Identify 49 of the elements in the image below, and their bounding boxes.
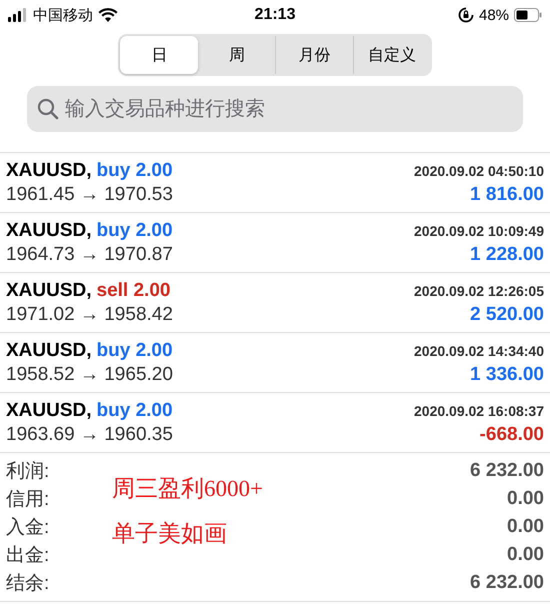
clock-time: 21:13 <box>254 6 296 24</box>
price-text: 1958.52 → 1965.20 <box>6 364 174 386</box>
annotation-text: 单子美如画 <box>112 520 228 548</box>
period-tab[interactable]: 日 <box>120 36 198 74</box>
period-tab[interactable]: 周 <box>198 36 275 74</box>
order-text: buy 2.00 <box>96 340 173 362</box>
summary-value: 6 232.00 <box>470 460 544 482</box>
price-text: 1964.73 → 1970.87 <box>6 244 174 266</box>
trade-time: 2020.09.02 16:08:37 <box>414 402 544 418</box>
price-text: 1971.02 → 1958.42 <box>6 304 174 326</box>
signal-icon <box>8 8 28 22</box>
battery-percent: 48% <box>478 6 510 24</box>
profit-value: 1 816.00 <box>469 184 544 206</box>
symbol-text: XAUUSD, <box>6 160 92 182</box>
carrier-name: 中国移动 <box>33 6 93 24</box>
symbol-text: XAUUSD, <box>6 280 92 302</box>
summary-value: 0.00 <box>507 544 544 566</box>
order-text: buy 2.00 <box>96 400 173 422</box>
wifi-icon <box>98 8 118 22</box>
summary-label: 结余: <box>6 572 50 596</box>
order-text: buy 2.00 <box>96 160 173 182</box>
symbol-text: XAUUSD, <box>6 220 92 242</box>
summary-value: 0.00 <box>507 488 544 510</box>
summary-label: 入金: <box>6 516 50 540</box>
period-tab[interactable]: 月份 <box>275 36 352 74</box>
price-text: 1961.45 → 1970.53 <box>6 184 174 206</box>
profit-value: 1 336.00 <box>469 364 544 386</box>
rotation-lock-icon <box>458 7 474 23</box>
search-field[interactable]: 输入交易品种进行搜索 <box>27 86 523 132</box>
summary-label: 出金: <box>6 544 50 568</box>
summary-label: 利润: <box>6 460 50 484</box>
symbol-text: XAUUSD, <box>6 340 92 362</box>
trade-time: 2020.09.02 12:26:05 <box>414 282 544 298</box>
trade-time: 2020.09.02 10:09:49 <box>414 222 544 238</box>
profit-value: -668.00 <box>478 424 544 446</box>
profit-value: 2 520.00 <box>469 304 544 326</box>
order-text: buy 2.00 <box>96 220 173 242</box>
summary-label: 信用: <box>6 488 50 512</box>
trade-time: 2020.09.02 04:50:10 <box>414 162 544 178</box>
summary-value: 0.00 <box>507 516 544 538</box>
summary-value: 6 232.00 <box>470 572 544 594</box>
symbol-text: XAUUSD, <box>6 400 92 422</box>
profit-value: 1 228.00 <box>469 244 544 266</box>
period-tab[interactable]: 自定义 <box>352 36 430 74</box>
price-text: 1963.69 → 1960.35 <box>6 424 174 446</box>
order-text: sell 2.00 <box>96 280 170 302</box>
trade-time: 2020.09.02 14:34:40 <box>414 342 544 358</box>
annotation-text: 周三盈利6000+ <box>112 475 263 503</box>
battery-icon <box>514 8 542 22</box>
